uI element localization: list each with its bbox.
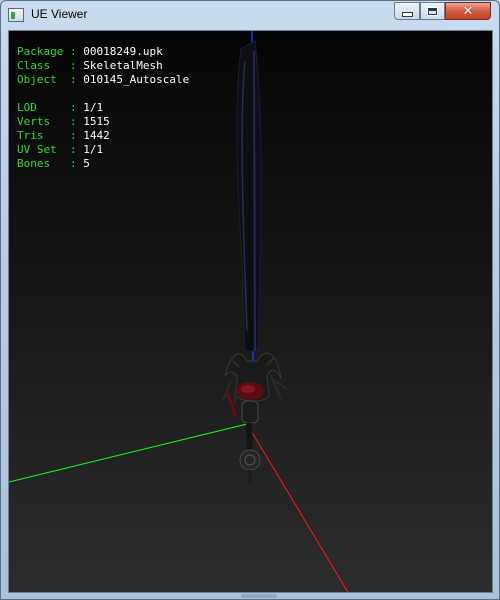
- info-label: Class: [17, 59, 64, 72]
- mesh-info-overlay: Package : 00018249.upk Class : SkeletalM…: [17, 45, 189, 171]
- info-value: 5: [83, 157, 90, 170]
- y-axis-line: [9, 423, 248, 483]
- app-icon: [8, 8, 24, 22]
- info-row-uvset: UV Set : 1/1: [17, 143, 189, 157]
- blade-fuller: [253, 50, 256, 352]
- info-separator: :: [63, 143, 84, 156]
- info-separator: :: [63, 129, 84, 142]
- hilt-collar: [241, 400, 259, 424]
- info-separator: :: [63, 73, 84, 86]
- info-row-package: Package : 00018249.upk: [17, 45, 189, 59]
- guard-gem-red-core: [241, 385, 255, 393]
- info-value: 010145_Autoscale: [83, 73, 190, 86]
- close-button[interactable]: ✕: [445, 2, 491, 20]
- info-row-bones: Bones : 5: [17, 157, 189, 171]
- info-separator: :: [63, 157, 84, 170]
- pommel: [239, 449, 261, 471]
- minimize-button[interactable]: [394, 2, 420, 20]
- app-window: UE Viewer ✕ Package: 00018249.upk Class…: [0, 0, 500, 600]
- guard-red-drip: [225, 392, 237, 418]
- title-bar[interactable]: UE Viewer ✕: [1, 1, 499, 29]
- window-title: UE Viewer: [31, 7, 88, 21]
- info-row-lod: LOD : 1/1: [17, 101, 189, 115]
- info-value: SkeletalMesh: [83, 59, 163, 72]
- info-row-tris: Tris : 1442: [17, 129, 189, 143]
- info-row-class: Class : SkeletalMesh: [17, 59, 189, 73]
- info-label: LOD: [17, 101, 64, 114]
- info-value: 1442: [83, 129, 110, 142]
- info-label: Object: [17, 73, 64, 86]
- maximize-button[interactable]: [420, 2, 445, 20]
- sword-mesh: [222, 40, 288, 484]
- 3d-viewport[interactable]: Package : 00018249.upk Class : SkeletalM…: [8, 30, 493, 593]
- info-value: 1/1: [83, 143, 104, 156]
- info-separator: :: [63, 45, 84, 58]
- info-value: 00018249.upk: [83, 45, 163, 58]
- info-label: Verts: [17, 115, 64, 128]
- sword-blade: [236, 40, 262, 352]
- info-separator: :: [63, 101, 84, 114]
- x-axis-line: [246, 423, 349, 592]
- info-label: Bones: [17, 157, 64, 170]
- info-label: UV Set: [17, 143, 64, 156]
- maximize-icon: [427, 6, 438, 16]
- info-separator: :: [63, 115, 84, 128]
- info-separator: :: [63, 59, 84, 72]
- info-value: 1/1: [83, 101, 104, 114]
- hilt-grip: [246, 422, 253, 450]
- close-icon: ✕: [462, 3, 474, 19]
- resize-grip[interactable]: [241, 594, 277, 598]
- info-label: Tris: [17, 129, 64, 142]
- info-value: 1515: [83, 115, 110, 128]
- info-row-object: Object : 010145_Autoscale: [17, 73, 189, 87]
- info-row-verts: Verts : 1515: [17, 115, 189, 129]
- info-label: Package: [17, 45, 64, 58]
- minimize-icon: [401, 11, 413, 17]
